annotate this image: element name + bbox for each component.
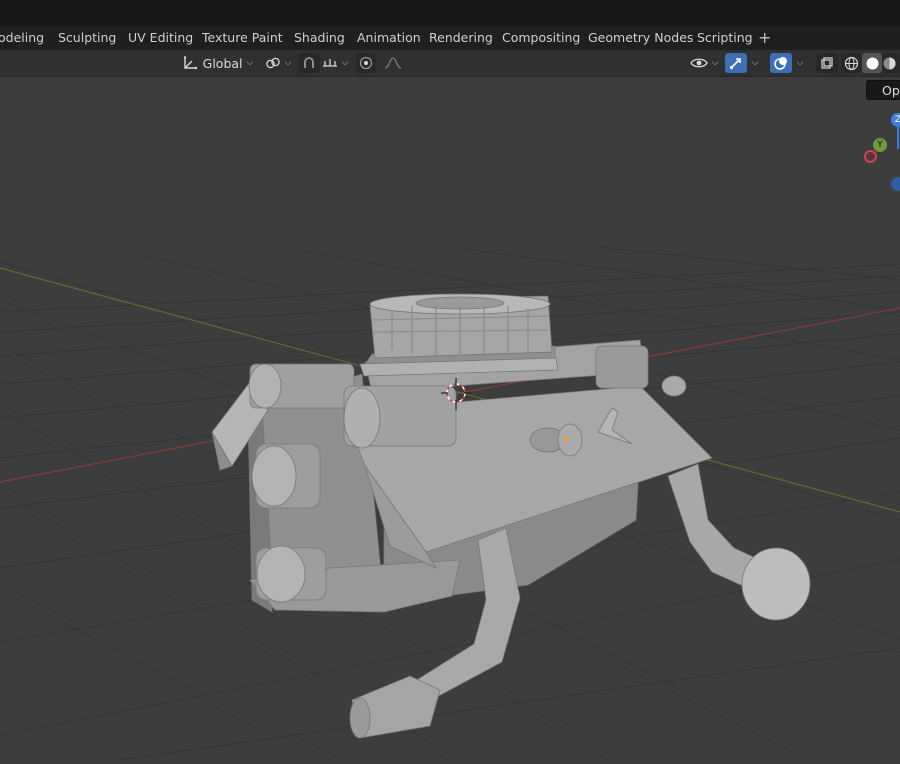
top-header xyxy=(0,0,900,46)
pivot-point-dropdown[interactable]: ⌵ xyxy=(263,53,293,73)
tab-scripting[interactable]: Scripting xyxy=(697,26,753,50)
gizmo-z-axis[interactable]: Z xyxy=(891,113,900,127)
chevron-down-icon: ⌵ xyxy=(796,58,804,68)
gizmo-neg-z-axis[interactable] xyxy=(891,177,900,191)
gizmo-toggle[interactable] xyxy=(725,53,747,73)
overlays-icon xyxy=(774,57,787,70)
wireframe-shading-button[interactable] xyxy=(841,53,861,73)
magnet-icon xyxy=(304,57,314,68)
gizmo-arrows-icon xyxy=(729,58,741,70)
workspace-tabs: odeling Sculpting UV Editing Texture Pai… xyxy=(0,26,900,50)
chevron-down-icon: ⌵ xyxy=(246,58,254,68)
snap-toggle[interactable] xyxy=(298,53,320,73)
gizmo-neg-x-axis[interactable] xyxy=(864,150,877,163)
tab-rendering[interactable]: Rendering xyxy=(429,26,493,50)
navigation-gizmo[interactable]: Z Y xyxy=(858,109,900,193)
viewport-header: Global ⌵ ⌵ ⌵ ⌵ ⌵ ⌵ xyxy=(0,50,900,77)
chevron-down-icon: ⌵ xyxy=(751,58,759,68)
proportional-dot-icon xyxy=(359,56,373,70)
snap-increment-icon xyxy=(322,59,337,67)
tab-texture-paint[interactable]: Texture Paint xyxy=(202,26,283,50)
link-icon xyxy=(265,57,280,69)
tab-compositing[interactable]: Compositing xyxy=(502,26,580,50)
add-workspace-button[interactable]: + xyxy=(758,26,771,50)
overlays-toggle[interactable] xyxy=(770,53,792,73)
xray-toggle[interactable] xyxy=(816,53,838,73)
falloff-curve-icon xyxy=(384,57,402,69)
tab-sculpting[interactable]: Sculpting xyxy=(58,26,116,50)
solid-shading-button[interactable] xyxy=(862,53,882,73)
orientation-axes-icon xyxy=(183,56,197,70)
chevron-down-icon: ⌵ xyxy=(711,58,719,68)
tab-modeling[interactable]: odeling xyxy=(0,26,44,50)
proportional-falloff-dropdown[interactable] xyxy=(378,53,408,73)
snap-target-dropdown[interactable]: ⌵ xyxy=(320,53,350,73)
proportional-editing-toggle[interactable] xyxy=(356,53,376,73)
wireframe-sphere-icon xyxy=(844,56,858,70)
xray-icon xyxy=(821,57,833,69)
tab-geometry-nodes[interactable]: Geometry Nodes xyxy=(588,26,693,50)
transform-orientation-dropdown[interactable]: Global ⌵ xyxy=(178,53,256,73)
tooltip: Opt xyxy=(866,80,900,100)
solid-sphere-icon xyxy=(866,57,878,69)
object-origin-dot xyxy=(563,436,569,442)
chevron-down-icon: ⌵ xyxy=(284,58,292,68)
3d-viewport[interactable]: Z Y xyxy=(0,77,900,761)
overlays-dropdown[interactable]: ⌵ xyxy=(793,53,807,73)
visibility-dropdown[interactable]: ⌵ xyxy=(688,53,720,73)
tab-uv-editing[interactable]: UV Editing xyxy=(128,26,193,50)
gizmo-dropdown[interactable]: ⌵ xyxy=(748,53,762,73)
tab-shading[interactable]: Shading xyxy=(294,26,345,50)
material-sphere-icon xyxy=(883,57,896,69)
gizmo-z-line xyxy=(897,127,899,149)
eye-icon xyxy=(689,58,708,68)
material-shading-button[interactable] xyxy=(882,53,900,73)
gizmo-y-axis[interactable]: Y xyxy=(873,138,887,152)
chevron-down-icon: ⌵ xyxy=(341,58,349,68)
tab-animation[interactable]: Animation xyxy=(357,26,421,50)
viewport-canvas xyxy=(0,77,900,761)
orientation-label: Global xyxy=(202,55,243,71)
